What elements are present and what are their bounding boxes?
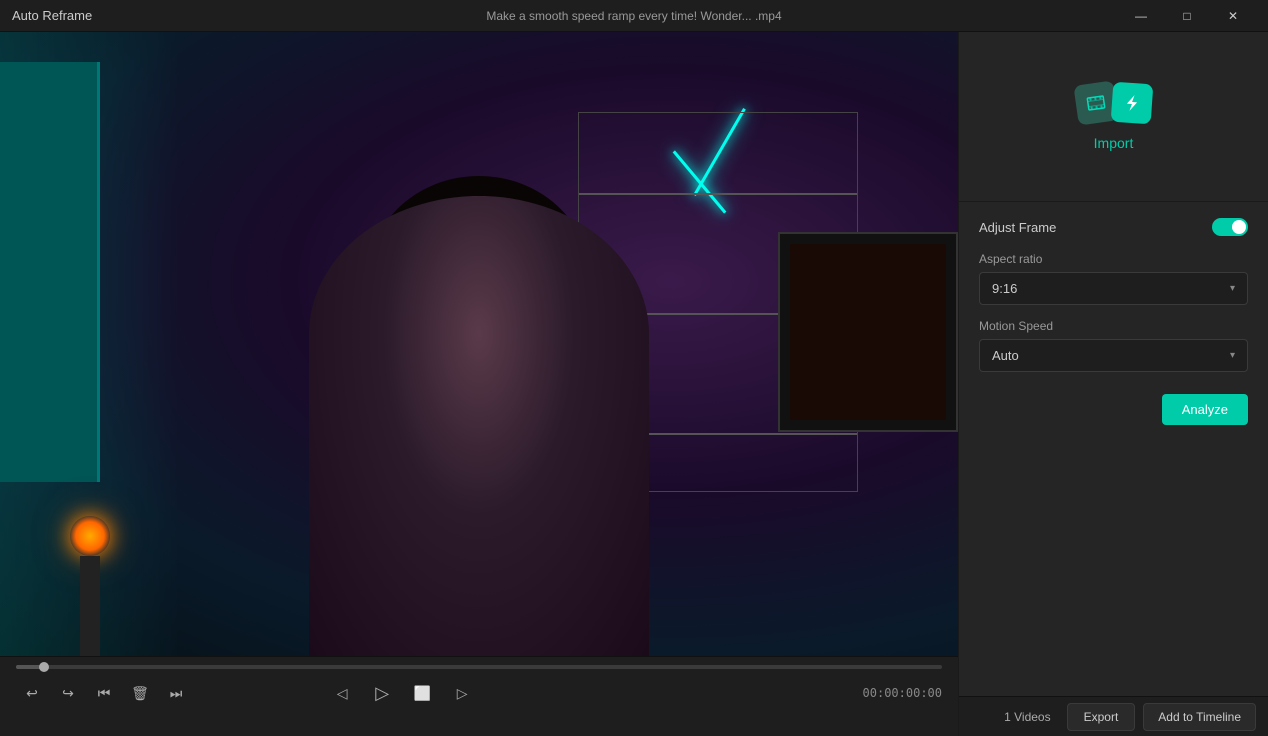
minimize-button[interactable]: —	[1118, 0, 1164, 32]
window-controls: — □ ✕	[1118, 0, 1256, 32]
settings-section: Adjust Frame Aspect ratio 9:16 ▾ Motion …	[959, 202, 1268, 696]
adjust-frame-row: Adjust Frame	[979, 218, 1248, 236]
import-icon-group	[1076, 83, 1152, 123]
person-subject	[279, 176, 679, 656]
aspect-ratio-dropdown[interactable]: 9:16 ▾	[979, 272, 1248, 305]
floor-lamp	[60, 456, 120, 656]
controls-center-group: ◁ ▷ ⬜ ▷	[326, 677, 478, 709]
right-panel: Import Adjust Frame Aspect ratio 9:16 ▾ …	[958, 32, 1268, 736]
progress-knob[interactable]	[39, 662, 49, 672]
skip-to-start-button[interactable]: ⏮	[88, 677, 120, 709]
main-layout: ↩ ↪ ⏮ 🗑 ⏭ ◁ ▷ ⬜ ▷ 00:00:00:00	[0, 32, 1268, 736]
adjust-frame-toggle[interactable]	[1212, 218, 1248, 236]
door-element	[0, 62, 100, 482]
controls-left-group: ↩ ↪ ⏮ 🗑 ⏭	[16, 677, 192, 709]
app-name: Auto Reframe	[12, 8, 92, 23]
lamp-base	[80, 556, 100, 656]
motion-speed-dropdown[interactable]: Auto ▾	[979, 339, 1248, 372]
time-display: 00:00:00:00	[863, 686, 942, 700]
videos-count: 1 Videos	[1004, 710, 1050, 724]
import-area[interactable]: Import	[959, 32, 1268, 202]
add-to-timeline-button[interactable]: Add to Timeline	[1143, 703, 1256, 731]
analyze-button[interactable]: Analyze	[1162, 394, 1248, 425]
adjust-frame-label: Adjust Frame	[979, 220, 1056, 235]
monitor-screen	[790, 244, 946, 420]
export-button[interactable]: Export	[1067, 703, 1136, 731]
play-button[interactable]: ▷	[366, 677, 398, 709]
video-controls: ↩ ↪ ⏮ 🗑 ⏭ ◁ ▷ ⬜ ▷ 00:00:00:00	[0, 656, 958, 736]
undo-button[interactable]: ↩	[16, 677, 48, 709]
video-area	[0, 32, 958, 656]
progress-bar-track[interactable]	[16, 665, 942, 669]
video-scene	[0, 32, 958, 656]
chevron-down-icon: ▾	[1230, 350, 1235, 361]
delete-button[interactable]: 🗑	[124, 677, 156, 709]
redo-button[interactable]: ↪	[52, 677, 84, 709]
frame-forward-button[interactable]: ▷	[446, 677, 478, 709]
progress-bar-container[interactable]	[0, 657, 958, 673]
file-name: Make a smooth speed ramp every time! Won…	[486, 9, 781, 23]
import-label: Import	[1094, 135, 1134, 151]
person-body	[309, 196, 649, 656]
skip-to-end-button[interactable]: ⏭	[160, 677, 192, 709]
aspect-ratio-value: 9:16	[992, 281, 1017, 296]
stop-button[interactable]: ⬜	[406, 677, 438, 709]
lamp-glow	[70, 516, 110, 556]
monitor-element	[778, 232, 958, 432]
title-bar: Auto Reframe Make a smooth speed ramp ev…	[0, 0, 1268, 32]
maximize-button[interactable]: □	[1164, 0, 1210, 32]
controls-row: ↩ ↪ ⏮ 🗑 ⏭ ◁ ▷ ⬜ ▷ 00:00:00:00	[0, 673, 958, 713]
close-button[interactable]: ✕	[1210, 0, 1256, 32]
video-panel: ↩ ↪ ⏮ 🗑 ⏭ ◁ ▷ ⬜ ▷ 00:00:00:00	[0, 32, 958, 736]
motion-speed-value: Auto	[992, 348, 1019, 363]
lightning-icon	[1110, 81, 1153, 124]
frame-back-button[interactable]: ◁	[326, 677, 358, 709]
bottom-bar: 1 Videos Export Add to Timeline	[959, 696, 1268, 736]
aspect-ratio-label: Aspect ratio	[979, 252, 1248, 266]
motion-speed-label: Motion Speed	[979, 319, 1248, 333]
chevron-down-icon: ▾	[1230, 283, 1235, 294]
